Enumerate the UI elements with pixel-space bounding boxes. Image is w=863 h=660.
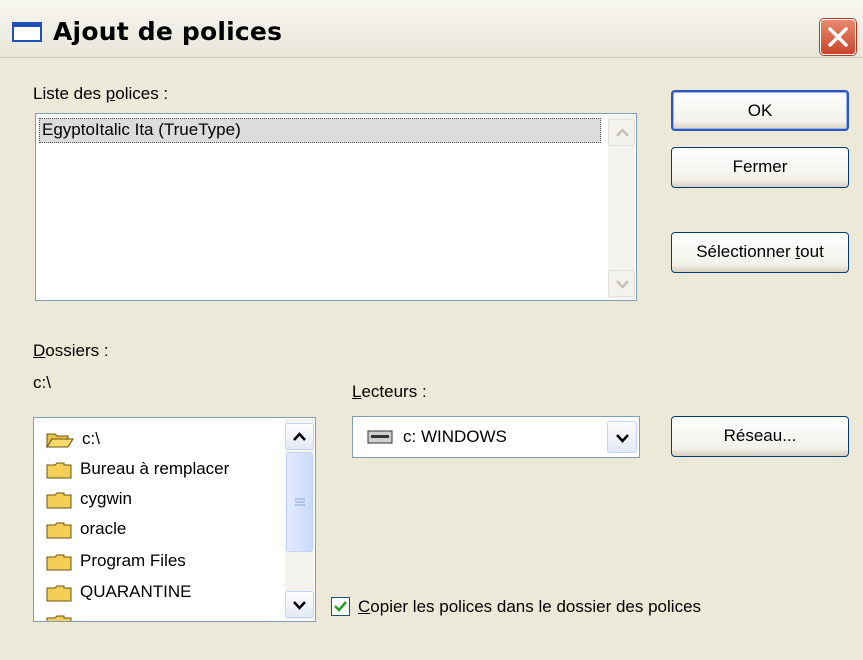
folder-icon (46, 554, 72, 571)
folder-item[interactable]: cygwin (46, 484, 132, 514)
scroll-down-button[interactable] (285, 591, 314, 618)
folder-icon (46, 462, 72, 479)
checkmark-icon (334, 601, 347, 612)
folder-icon (46, 492, 72, 509)
window-title: Ajout de polices (53, 17, 283, 46)
fonts-list-label: Liste des polices : (33, 84, 169, 103)
scroll-down-button[interactable] (608, 270, 635, 297)
folder-icon (46, 615, 72, 621)
font-list-item[interactable]: EgyptoItalic Ita (TrueType) (39, 118, 601, 143)
title-bar[interactable]: Ajout de polices (0, 0, 863, 58)
fonts-list-scrollbar[interactable] (608, 115, 635, 299)
close-button[interactable] (820, 19, 856, 55)
select-all-button[interactable]: Sélectionner tout (671, 232, 849, 273)
folder-item[interactable]: Bureau à remplacer (46, 454, 229, 484)
window-icon (12, 22, 42, 42)
folders-label: Dossiers : (33, 341, 109, 360)
chevron-down-icon (616, 434, 629, 443)
folder-icon (46, 522, 72, 539)
folder-item-root[interactable]: c:\ (46, 424, 100, 454)
scroll-up-button[interactable] (285, 423, 314, 450)
folder-icon (46, 585, 72, 602)
network-button[interactable]: Réseau... (671, 416, 849, 457)
copy-fonts-checkbox[interactable] (331, 597, 350, 616)
drives-selected-value: c: WINDOWS (403, 427, 507, 446)
folders-scrollbar[interactable] (285, 419, 314, 620)
folder-item[interactable]: Program Files (46, 546, 186, 576)
chevron-up-icon (293, 432, 306, 441)
chevron-down-icon (616, 280, 629, 289)
close-icon (828, 27, 848, 47)
dropdown-button[interactable] (607, 421, 637, 453)
scroll-up-button[interactable] (608, 119, 635, 146)
drives-select[interactable]: c: WINDOWS (352, 416, 640, 458)
folders-list[interactable]: c:\ Bureau à remplacer cygwin oracle Pro… (33, 417, 316, 622)
open-folder-icon (46, 433, 74, 449)
ok-button[interactable]: OK (671, 90, 849, 131)
current-path: c:\ (33, 373, 51, 392)
close-dialog-button[interactable]: Fermer (671, 147, 849, 188)
folder-item[interactable]: QUARANTINE (46, 577, 191, 607)
chevron-down-icon (293, 601, 306, 610)
drive-icon (367, 430, 393, 444)
chevron-up-icon (616, 128, 629, 137)
copy-fonts-label[interactable]: Copier les polices dans le dossier des p… (358, 597, 701, 617)
drives-label: Lecteurs : (352, 382, 427, 401)
folder-item[interactable]: oracle (46, 514, 126, 544)
fonts-list[interactable]: EgyptoItalic Ita (TrueType) (35, 113, 637, 301)
grip-icon (295, 498, 305, 506)
folder-item-partial[interactable] (46, 607, 80, 621)
scroll-thumb[interactable] (286, 452, 313, 552)
